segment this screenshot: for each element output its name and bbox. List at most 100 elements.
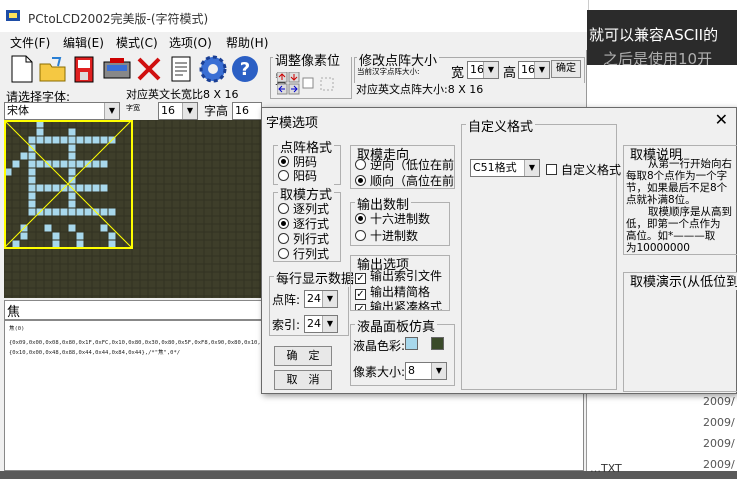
pixel-off[interactable]: [164, 272, 172, 280]
pixel-off[interactable]: [228, 184, 236, 192]
pixel-off[interactable]: [52, 248, 60, 256]
pixel-off[interactable]: [172, 256, 180, 264]
pixel-off[interactable]: [180, 136, 188, 144]
pixel-on[interactable]: [68, 192, 76, 200]
pixel-off[interactable]: [204, 264, 212, 272]
pixel-off[interactable]: [188, 224, 196, 232]
pixel-off[interactable]: [44, 152, 52, 160]
pixel-off[interactable]: [180, 200, 188, 208]
pixel-off[interactable]: [100, 248, 108, 256]
pixel-off[interactable]: [220, 288, 228, 296]
pixel-off[interactable]: [204, 168, 212, 176]
pixel-off[interactable]: [132, 208, 140, 216]
pixel-on[interactable]: [44, 184, 52, 192]
pixel-off[interactable]: [148, 136, 156, 144]
pixel-off[interactable]: [84, 248, 92, 256]
pixel-off[interactable]: [132, 136, 140, 144]
pixel-off[interactable]: [236, 144, 244, 152]
pixel-off[interactable]: [36, 240, 44, 248]
pixel-off[interactable]: [252, 144, 260, 152]
pixel-on[interactable]: [84, 208, 92, 216]
pixel-off[interactable]: [204, 224, 212, 232]
pixel-off[interactable]: [116, 152, 124, 160]
pixel-off[interactable]: [140, 264, 148, 272]
pixel-off[interactable]: [124, 264, 132, 272]
pixel-off[interactable]: [220, 256, 228, 264]
pixel-off[interactable]: [172, 136, 180, 144]
pixel-on[interactable]: [100, 136, 108, 144]
pixel-off[interactable]: [100, 288, 108, 296]
pixel-off[interactable]: [68, 288, 76, 296]
pixel-off[interactable]: [140, 240, 148, 248]
pixel-off[interactable]: [220, 272, 228, 280]
pixel-off[interactable]: [60, 296, 68, 299]
pixel-off[interactable]: [116, 144, 124, 152]
pixel-off[interactable]: [4, 280, 12, 288]
pixel-off[interactable]: [156, 192, 164, 200]
pixel-on[interactable]: [44, 136, 52, 144]
save-icon[interactable]: [70, 54, 100, 84]
pixel-off[interactable]: [28, 232, 36, 240]
pixel-off[interactable]: [148, 208, 156, 216]
pixel-off[interactable]: [20, 296, 28, 299]
pixel-off[interactable]: [252, 280, 260, 288]
pixel-off[interactable]: [220, 152, 228, 160]
pixel-off[interactable]: [196, 296, 204, 299]
pixel-off[interactable]: [204, 120, 212, 128]
pixel-off[interactable]: [164, 192, 172, 200]
pixel-off[interactable]: [60, 248, 68, 256]
pixel-off[interactable]: [196, 160, 204, 168]
pixel-off[interactable]: [44, 232, 52, 240]
pixel-off[interactable]: [164, 144, 172, 152]
pixel-off[interactable]: [188, 200, 196, 208]
pixel-off[interactable]: [196, 240, 204, 248]
settings-gear-icon[interactable]: [198, 54, 228, 84]
pixel-off[interactable]: [252, 224, 260, 232]
pixel-off[interactable]: [220, 248, 228, 256]
pixel-off[interactable]: [36, 280, 44, 288]
pixel-off[interactable]: [60, 152, 68, 160]
pixel-off[interactable]: [180, 264, 188, 272]
pixel-off[interactable]: [244, 272, 252, 280]
pixel-off[interactable]: [172, 128, 180, 136]
pixel-off[interactable]: [204, 200, 212, 208]
pixel-off[interactable]: [132, 288, 140, 296]
pixel-off[interactable]: [36, 168, 44, 176]
pixel-off[interactable]: [252, 168, 260, 176]
pixel-off[interactable]: [76, 216, 84, 224]
pixel-off[interactable]: [252, 160, 260, 168]
pixel-off[interactable]: [244, 296, 252, 299]
pixel-off[interactable]: [28, 128, 36, 136]
pixel-off[interactable]: [252, 128, 260, 136]
pixel-off[interactable]: [108, 296, 116, 299]
pixel-off[interactable]: [172, 264, 180, 272]
pixel-off[interactable]: [52, 256, 60, 264]
pixel-on[interactable]: [100, 224, 108, 232]
pixel-off[interactable]: [4, 272, 12, 280]
pixel-off[interactable]: [252, 152, 260, 160]
pixel-on[interactable]: [68, 128, 76, 136]
pixel-off[interactable]: [252, 176, 260, 184]
pixel-off[interactable]: [12, 288, 20, 296]
pixel-on[interactable]: [44, 224, 52, 232]
pixel-off[interactable]: [76, 280, 84, 288]
pixel-off[interactable]: [212, 256, 220, 264]
pixel-off[interactable]: [156, 136, 164, 144]
pixel-off[interactable]: [164, 208, 172, 216]
pixel-off[interactable]: [236, 240, 244, 248]
pixel-off[interactable]: [36, 272, 44, 280]
pixel-off[interactable]: [164, 264, 172, 272]
pixel-off[interactable]: [124, 296, 132, 299]
pixel-on[interactable]: [36, 128, 44, 136]
pixel-off[interactable]: [92, 144, 100, 152]
pixel-off[interactable]: [52, 216, 60, 224]
pixel-on[interactable]: [68, 168, 76, 176]
pixel-on[interactable]: [28, 152, 36, 160]
pixel-off[interactable]: [124, 136, 132, 144]
pixel-off[interactable]: [156, 208, 164, 216]
pixel-off[interactable]: [156, 128, 164, 136]
pixel-off[interactable]: [172, 216, 180, 224]
pixel-off[interactable]: [100, 176, 108, 184]
pixel-off[interactable]: [52, 128, 60, 136]
pixel-off[interactable]: [124, 288, 132, 296]
